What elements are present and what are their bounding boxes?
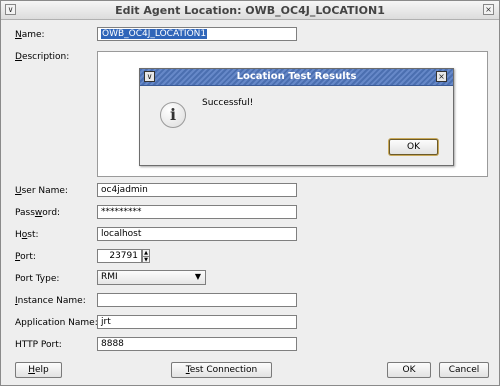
spinner-up-icon[interactable]: ▲ <box>143 250 149 257</box>
name-value: OWB_OC4J_LOCATION1 <box>101 29 208 39</box>
dialog-title-bar[interactable]: ∨ Location Test Results × <box>140 69 453 86</box>
window-title-bar[interactable]: ∨ Edit Agent Location: OWB_OC4J_LOCATION… <box>1 1 499 20</box>
port-field[interactable]: 23791 <box>97 249 142 263</box>
edit-agent-location-window: ∨ Edit Agent Location: OWB_OC4J_LOCATION… <box>0 0 500 386</box>
application-name-label: Application Name: <box>15 318 98 328</box>
host-label: Host: <box>15 230 39 240</box>
password-field[interactable]: ********* <box>97 205 297 219</box>
dialog-title: Location Test Results <box>236 71 357 82</box>
spinner-down-icon[interactable]: ▼ <box>143 257 149 263</box>
port-spinner[interactable]: ▲ ▼ <box>142 249 150 263</box>
port-type-select[interactable]: RMI ▼ <box>97 270 206 285</box>
description-label: Description: <box>15 52 70 62</box>
instance-name-field[interactable] <box>97 293 297 307</box>
window-title: Edit Agent Location: OWB_OC4J_LOCATION1 <box>115 4 385 17</box>
user-name-field[interactable]: oc4jadmin <box>97 183 297 197</box>
chevron-down-icon: ▼ <box>194 272 201 281</box>
password-label: Password: <box>15 208 61 218</box>
dialog-ok-button[interactable]: OK <box>389 139 438 155</box>
port-label: Port: <box>15 252 36 262</box>
host-field[interactable]: localhost <box>97 227 297 241</box>
name-field[interactable]: OWB_OC4J_LOCATION1 <box>97 27 297 41</box>
cancel-button[interactable]: Cancel <box>439 362 489 378</box>
instance-name-label: Instance Name: <box>15 296 86 306</box>
help-button[interactable]: Help <box>15 362 62 378</box>
ok-button[interactable]: OK <box>387 362 431 378</box>
info-icon: i <box>160 102 186 128</box>
http-port-field[interactable]: 8888 <box>97 337 297 351</box>
dialog-message: Successful! <box>202 98 254 108</box>
window-close-icon[interactable]: × <box>483 4 494 15</box>
name-label: Name: <box>15 30 45 40</box>
test-connection-button[interactable]: Test Connection <box>171 362 272 378</box>
dialog-close-icon[interactable]: × <box>436 71 447 82</box>
user-name-label: User Name: <box>15 186 68 196</box>
port-type-value: RMI <box>101 272 118 282</box>
http-port-label: HTTP Port: <box>15 340 62 350</box>
application-name-field[interactable]: jrt <box>97 315 297 329</box>
port-type-label: Port Type: <box>15 274 60 284</box>
location-test-results-dialog: ∨ Location Test Results × i Successful! … <box>139 68 454 166</box>
